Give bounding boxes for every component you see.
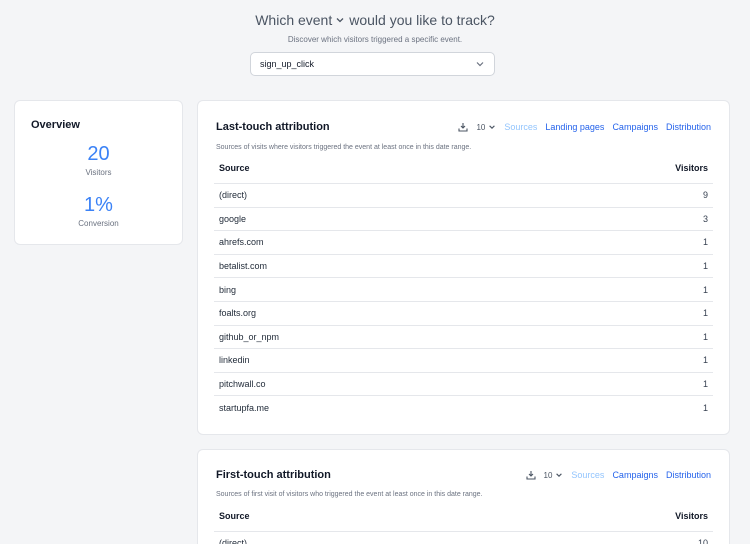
tab-sources[interactable]: Sources (504, 122, 537, 132)
download-icon[interactable] (458, 122, 468, 132)
source-cell: foalts.org (219, 308, 257, 319)
page-title: Which event would you like to track? (255, 12, 495, 28)
conversion-value: 1% (84, 194, 113, 216)
source-cell: startupfa.me (219, 402, 270, 413)
table-row[interactable]: ahrefs.com 1 (214, 230, 713, 254)
chevron-down-icon (556, 473, 563, 477)
page-size-select[interactable]: 10 (544, 471, 564, 480)
last-touch-rows: (direct) 9 google 3 ahrefs.com 1 betalist.com 1… (214, 183, 713, 419)
source-cell: bing (219, 284, 237, 295)
overview-card: Overview 20 Visitors 1% Conversion (14, 100, 183, 245)
table-row[interactable]: google 3 (214, 206, 713, 231)
table-row[interactable]: bing 1 (214, 277, 713, 301)
last-touch-card: Last-touch attribution 10 Sources Landin… (197, 100, 730, 435)
event-select-value: sign_up_click (260, 59, 315, 69)
visitors-cell: 1 (702, 402, 708, 413)
visitors-value: 20 (87, 143, 110, 165)
event-switcher[interactable]: Which event (255, 12, 345, 28)
source-cell: ahrefs.com (219, 237, 264, 248)
last-touch-title: Last-touch attribution (216, 121, 330, 133)
column-source: Source (219, 163, 250, 173)
page-subtitle: Discover which visitors triggered a spec… (287, 35, 463, 44)
visitors-cell: 1 (702, 237, 708, 248)
source-cell: github_or_npm (219, 331, 280, 342)
visitors-cell: 10 (697, 538, 708, 544)
first-touch-description: Sources of first visit of visitors who t… (216, 491, 483, 498)
visitors-cell: 3 (702, 213, 708, 224)
table-row[interactable]: startupfa.me 1 (214, 395, 713, 419)
visitors-label: Visitors (85, 168, 112, 177)
tab-sources[interactable]: Sources (571, 470, 604, 480)
table-header: Source Visitors (219, 511, 708, 521)
event-select[interactable]: sign_up_click (250, 52, 495, 76)
visitors-cell: 1 (702, 261, 708, 272)
table-row[interactable]: betalist.com 1 (214, 253, 713, 278)
last-touch-controls: 10 Sources Landing pages Campaigns Distr… (458, 122, 711, 132)
table-row[interactable]: foalts.org 1 (214, 300, 713, 325)
table-row[interactable]: linkedin 1 (214, 348, 713, 372)
column-visitors: Visitors (675, 163, 708, 173)
first-touch-card: First-touch attribution 10 Sources Campa… (197, 449, 730, 544)
table-row[interactable]: (direct) 9 (214, 183, 713, 207)
table-row[interactable]: (direct) 10 (214, 531, 713, 544)
source-cell: (direct) (219, 190, 248, 201)
first-touch-title: First-touch attribution (216, 469, 331, 481)
page-size-select[interactable]: 10 (476, 123, 496, 132)
overview-title: Overview (31, 119, 80, 131)
last-touch-description: Sources of visits where visitors trigger… (216, 144, 472, 151)
tab-campaigns[interactable]: Campaigns (612, 470, 658, 480)
visitors-cell: 1 (702, 379, 708, 390)
visitors-cell: 1 (702, 308, 708, 319)
source-cell: pitchwall.co (219, 379, 266, 390)
column-source: Source (219, 511, 250, 521)
first-touch-rows: (direct) 10 (214, 531, 713, 544)
source-cell: betalist.com (219, 261, 268, 272)
visitors-cell: 9 (702, 190, 708, 201)
visitors-cell: 1 (702, 331, 708, 342)
source-cell: linkedin (219, 355, 250, 366)
table-header: Source Visitors (219, 163, 708, 173)
column-visitors: Visitors (675, 511, 708, 521)
source-cell: google (219, 213, 247, 224)
page-header: Which event would you like to track? Dis… (0, 12, 750, 44)
visitors-cell: 1 (702, 284, 708, 295)
tab-landing-pages[interactable]: Landing pages (545, 122, 604, 132)
conversion-metric: 1% Conversion (15, 194, 182, 228)
tab-distribution[interactable]: Distribution (666, 470, 711, 480)
tab-campaigns[interactable]: Campaigns (612, 122, 658, 132)
visitors-metric: 20 Visitors (15, 143, 182, 177)
conversion-label: Conversion (78, 219, 119, 228)
first-touch-controls: 10 Sources Campaigns Distribution (525, 470, 711, 480)
source-cell: (direct) (219, 538, 248, 544)
tab-distribution[interactable]: Distribution (666, 122, 711, 132)
visitors-cell: 1 (702, 355, 708, 366)
chevron-down-icon (335, 15, 345, 25)
table-row[interactable]: github_or_npm 1 (214, 324, 713, 349)
download-icon[interactable] (525, 470, 536, 480)
chevron-down-icon (489, 125, 496, 129)
table-row[interactable]: pitchwall.co 1 (214, 371, 713, 396)
chevron-down-icon (475, 59, 485, 69)
